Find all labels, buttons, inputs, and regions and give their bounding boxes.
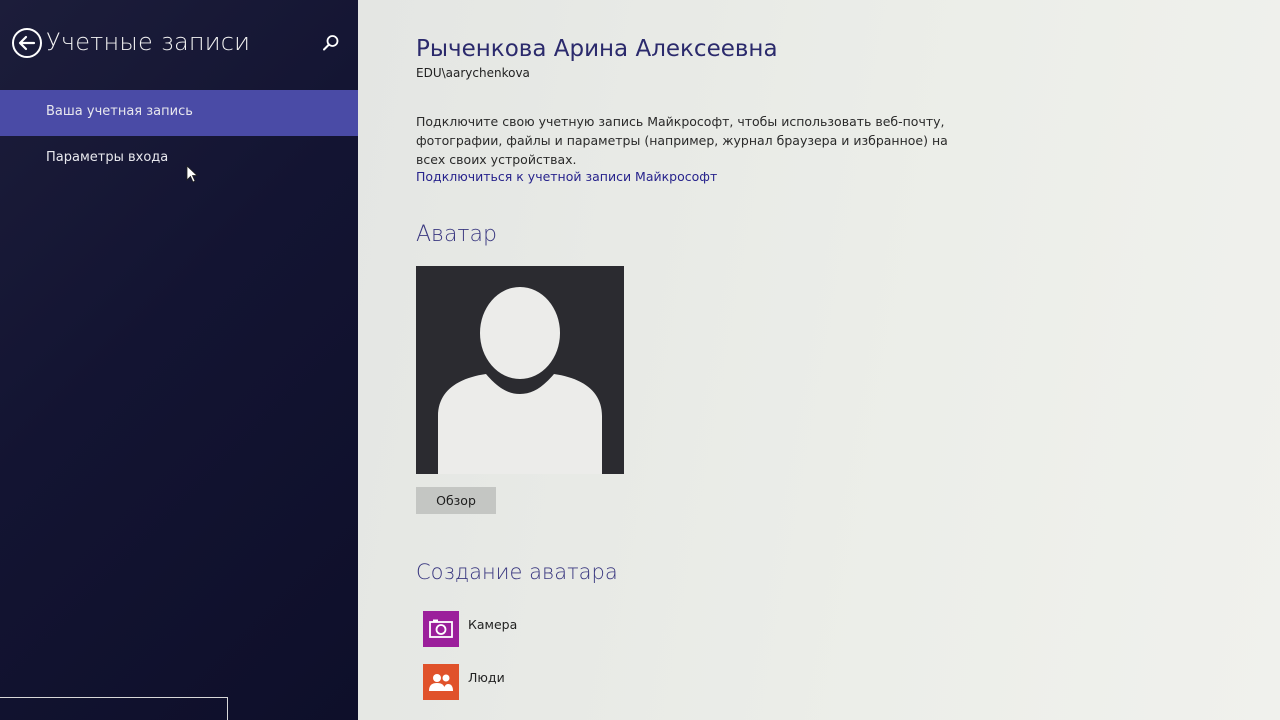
sidebar-item-sign-in-options[interactable]: Параметры входа (0, 136, 358, 182)
main-content: Рыченкова Арина Алексеевна EDU\aarychenk… (358, 0, 1280, 720)
connect-microsoft-account-link[interactable]: Подключиться к учетной записи Майкрософт (416, 169, 717, 184)
avatar-image (416, 266, 624, 474)
sidebar-item-your-account[interactable]: Ваша учетная запись (0, 90, 358, 136)
browse-button[interactable]: Обзор (416, 487, 496, 514)
people-tile (423, 664, 459, 700)
user-silhouette-icon (416, 266, 624, 474)
create-avatar-section-title: Создание аватара (416, 560, 618, 584)
camera-label: Камера (468, 617, 518, 632)
account-description: Подключите свою учетную запись Майкрософ… (416, 114, 948, 167)
bottom-panel (0, 697, 228, 720)
sidebar-item-label: Ваша учетная запись (46, 104, 193, 119)
mouse-cursor-icon (186, 165, 198, 183)
sidebar-header: Учетные записи (10, 26, 348, 62)
people-icon (423, 664, 459, 700)
sidebar-item-label: Параметры входа (46, 150, 169, 165)
avatar-section-title: Аватар (416, 222, 497, 247)
search-icon (323, 35, 339, 51)
account-login: EDU\aarychenkova (416, 66, 530, 80)
camera-icon (423, 611, 459, 647)
camera-app-item[interactable]: Камера (423, 611, 723, 647)
back-arrow-circle-icon (12, 28, 42, 58)
sidebar-title: Учетные записи (46, 28, 251, 56)
camera-tile (423, 611, 459, 647)
people-app-item[interactable]: Люди (423, 664, 723, 700)
people-label: Люди (468, 670, 505, 685)
search-button[interactable] (322, 34, 342, 54)
account-name: Рыченкова Арина Алексеевна (416, 36, 778, 62)
sidebar: Учетные записи Ваша учетная запись Парам… (0, 0, 358, 720)
back-button[interactable] (10, 26, 44, 60)
